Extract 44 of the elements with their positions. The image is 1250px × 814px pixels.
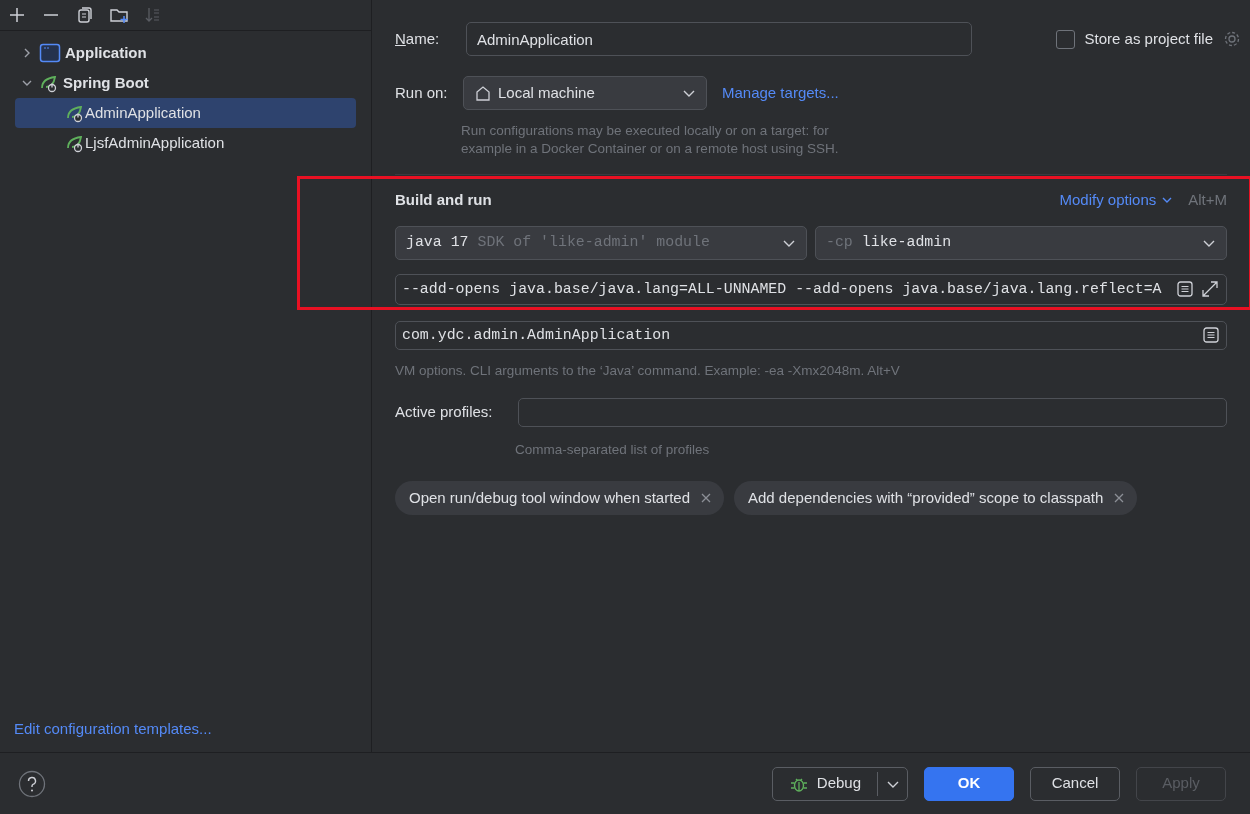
tree-item[interactable]: Spring Boot <box>63 71 149 95</box>
copy-icon[interactable] <box>75 5 95 25</box>
list-icon[interactable] <box>1176 280 1194 298</box>
run-on-label: Run on: <box>395 82 449 103</box>
add-icon[interactable] <box>7 5 27 25</box>
window-icon <box>39 43 61 63</box>
main-class-field[interactable]: com.ydc.admin.AdminApplication <box>395 320 1227 350</box>
leaf-icon <box>65 103 85 123</box>
name-label: Name: <box>395 28 441 49</box>
vm-options-field[interactable]: --add-opens java.base/java.lang=ALL-UNNAMED --add-opens java.base/java.lang.reflect=A <box>395 273 1227 305</box>
hint-text: Comma-separated list of profiles <box>515 440 711 459</box>
manage-targets-link[interactable]: Manage targets... <box>722 81 839 105</box>
list-icon[interactable] <box>1202 326 1220 344</box>
tree-item-label: AdminApplication <box>85 102 201 123</box>
classpath-dropdown[interactable]: -cp like-admin <box>815 225 1227 260</box>
settings-icon[interactable] <box>1223 30 1241 48</box>
close-icon[interactable] <box>1113 491 1126 504</box>
cancel-button[interactable]: Cancel <box>1030 766 1120 801</box>
leaf-icon <box>39 73 59 93</box>
checkbox[interactable] <box>1055 29 1075 49</box>
hint-text: Run configurations may be executed locally or on a target: for example in a Docker Container or on a remote host using SSH. <box>461 122 840 158</box>
shortcut-hint: Alt+M <box>1188 190 1227 210</box>
help-icon[interactable] <box>18 769 46 798</box>
option-chip: Open run/debug tool window when started <box>395 480 724 515</box>
profiles-label: Active profiles: <box>395 401 494 422</box>
profiles-field[interactable] <box>518 397 1227 427</box>
tree-item[interactable]: LjsfAdminApplication <box>15 128 356 158</box>
ok-button[interactable]: OK <box>924 766 1014 801</box>
modify-options-link[interactable]: Modify options <box>1059 189 1174 212</box>
checkbox-label: Store as project file <box>1084 28 1213 49</box>
tree-item[interactable]: Application <box>65 41 147 65</box>
close-icon[interactable] <box>700 491 712 504</box>
tree-item-label: LjsfAdminApplication <box>85 132 225 153</box>
hint-text: VM options. CLI arguments to the ‘Java’ command. Example: -ea -Xmx2048m. Alt+V <box>395 361 901 380</box>
expand-icon[interactable] <box>1200 279 1220 299</box>
target-dropdown[interactable]: Local machine <box>463 76 707 110</box>
home-icon <box>474 84 492 102</box>
section-title: Build and run <box>395 190 492 210</box>
jre-dropdown[interactable]: java 17 SDK of 'like-admin' module <box>395 225 807 260</box>
name-field[interactable]: AdminApplication <box>466 22 972 56</box>
option-chip: Add dependencies with “provided” scope to classpath <box>734 480 1138 515</box>
tree-item[interactable]: AdminApplication <box>15 98 356 128</box>
templates-link[interactable]: Edit configuration templates... <box>14 717 212 740</box>
leaf-icon <box>65 133 85 153</box>
